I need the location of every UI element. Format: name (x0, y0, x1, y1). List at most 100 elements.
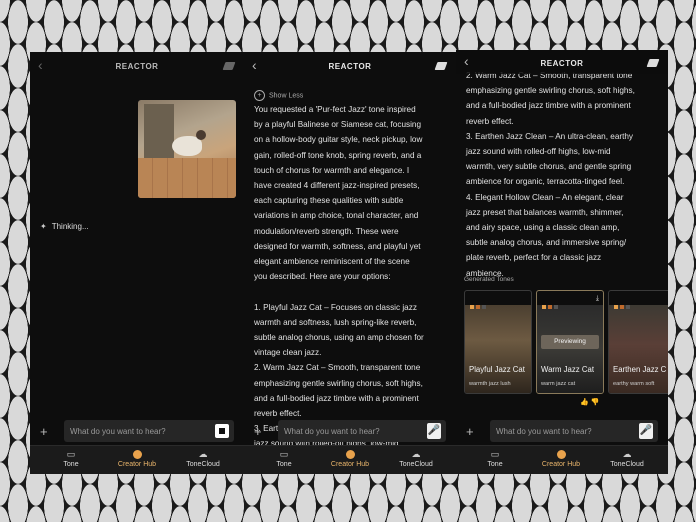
tone-name: Playful Jazz Cat (469, 365, 525, 374)
tab-tone[interactable]: ▭ Tone (36, 449, 106, 469)
text-line: have created 4 different jazz-inspired p… (254, 181, 420, 191)
text-line: 2. Warm Jazz Cat – Smooth, transparent t… (254, 363, 421, 373)
text-line: gain, rolled-off tone knob, spring rever… (254, 150, 422, 160)
tab-label: Creator Hub (541, 461, 581, 468)
text-line: plate reverb, perfect for a classic jazz (466, 253, 602, 263)
prompt-input[interactable]: What do you want to hear? (64, 420, 234, 442)
add-icon[interactable]: + (254, 425, 262, 438)
feedback: 👍 👎 (580, 398, 599, 406)
prompt-placeholder: What do you want to hear? (70, 427, 166, 436)
generated-tones-heading: Generated Tones (464, 276, 514, 283)
tab-creator-hub[interactable]: Creator Hub (102, 450, 172, 468)
text-line: jazz preset that balances warmth, shimme… (466, 207, 624, 217)
prompt-input[interactable]: What do you want to hear? 🎤 (278, 420, 446, 442)
prompt-placeholder: What do you want to hear? (496, 427, 592, 436)
show-less-toggle[interactable]: + Show Less (254, 90, 303, 101)
text-line: and a full-bodied jazz timbre with a pro… (254, 393, 419, 403)
tab-tone[interactable]: ▭ Tone (460, 449, 530, 469)
tone-tags: earthy warm soft (613, 381, 655, 387)
text-line: 3. Earthen Jazz Clean – An ultra-clean, … (466, 131, 634, 141)
header: ‹ REACTOR (456, 50, 668, 74)
text-line: ambience for organic, terracotta-tinged … (466, 177, 625, 187)
text-line: variations in amp choice, tonal characte… (254, 211, 419, 221)
bottom-tab-bar: ▭ Tone Creator Hub ☁ ToneCloud (456, 445, 668, 474)
tone-icon: ▭ (66, 449, 76, 459)
app-title: REACTOR (540, 59, 584, 68)
color-swatches (470, 296, 488, 314)
tab-label: Tone (276, 461, 292, 468)
text-line: warmth and softness, lush spring-like re… (254, 317, 417, 327)
tab-label: Creator Hub (117, 461, 157, 468)
tone-tags: warmth jazz lush (469, 381, 511, 387)
screen-thinking: ‹ REACTOR ✦ Thinking... + What do you wan… (30, 52, 244, 474)
creator-hub-icon (556, 450, 566, 459)
tab-label: ToneCloud (610, 461, 644, 468)
tab-label: Tone (487, 461, 503, 468)
tab-label: Tone (63, 461, 79, 468)
text-line: subtle analog chorus, using an amp chose… (254, 333, 424, 343)
tone-icon: ▭ (490, 449, 500, 459)
tab-tonecloud[interactable]: ☁ ToneCloud (592, 449, 662, 469)
tone-card-selected[interactable]: ⤓ Previewing Warm Jazz Cat warm jazz cat (536, 290, 604, 394)
text-line: 1. Playful Jazz Cat – Focuses on classic… (254, 302, 417, 312)
text-line: emphasizing gentle swirling chorus, soft… (466, 86, 635, 96)
uploaded-cat-photo[interactable] (138, 100, 236, 198)
screen-response: ‹ REACTOR + Show Less You requested a 'Pu… (244, 52, 456, 474)
sparkle-icon: ✦ (40, 222, 47, 231)
color-swatches (542, 296, 560, 314)
tone-card[interactable]: Earthen Jazz C earthy warm soft (608, 290, 668, 394)
text-line: jazz sound with rolled-off highs, low-mi… (466, 147, 611, 157)
text-line: You requested a 'Pur-fect Jazz' tone ins… (254, 105, 416, 114)
thinking-label: Thinking... (51, 222, 89, 231)
add-icon[interactable]: + (466, 425, 474, 438)
stop-button[interactable] (215, 424, 229, 438)
tab-creator-hub[interactable]: Creator Hub (315, 450, 385, 468)
screen-generated-tones: 2. Warm Jazz Cat – Smooth, transparent t… (456, 50, 668, 474)
add-icon[interactable]: + (40, 425, 48, 438)
collapse-icon: + (254, 90, 265, 101)
text-line: reverb effect. (466, 116, 514, 126)
thumbs-down-icon[interactable]: 👎 (591, 399, 600, 406)
app-title: REACTOR (115, 62, 159, 71)
text-line: elegant ambience reminiscent of the scen… (254, 257, 410, 267)
microphone-icon[interactable]: 🎤 (639, 423, 653, 439)
text-line (254, 284, 448, 299)
thumbs-up-icon[interactable]: 👍 (580, 399, 589, 406)
header: ‹ REACTOR (30, 52, 244, 82)
tab-creator-hub[interactable]: Creator Hub (526, 450, 596, 468)
prompt-input[interactable]: What do you want to hear? 🎤 (490, 420, 658, 442)
cloud-icon: ☁ (198, 449, 208, 459)
tab-tonecloud[interactable]: ☁ ToneCloud (168, 449, 238, 469)
text-line: 4. Elegant Hollow Clean – An elegant, cl… (466, 192, 624, 202)
tone-icon: ▭ (279, 449, 289, 459)
microphone-icon[interactable]: 🎤 (427, 423, 441, 439)
text-line: each capturing these qualities with subt… (254, 196, 404, 206)
cloud-icon: ☁ (411, 449, 421, 459)
text-line: by a playful Balinese or Siamese cat, fo… (254, 120, 422, 130)
text-line: modulation/reverb strength. These were (254, 226, 399, 236)
tone-card[interactable]: Playful Jazz Cat warmth jazz lush (464, 290, 532, 394)
bottom-tab-bar: ▭ Tone Creator Hub ☁ ToneCloud (244, 445, 456, 474)
color-swatches (614, 296, 632, 314)
tab-label: ToneCloud (399, 461, 433, 468)
text-line: reverb effect. (254, 409, 302, 419)
show-less-label: Show Less (269, 92, 304, 100)
header: ‹ REACTOR (244, 52, 456, 82)
text-line: designed for warmth, softness, and playf… (254, 241, 421, 251)
thinking-status: ✦ Thinking... (40, 222, 89, 231)
text-line: warmth, very subtle chorus, and gentle s… (466, 162, 632, 172)
text-line: emphasizing gentle swirling chorus, soft… (254, 378, 423, 388)
response-text: You requested a 'Pur-fect Jazz' tone ins… (254, 102, 448, 452)
text-line: you described. Here are your options: (254, 272, 391, 282)
tone-tags: warm jazz cat (541, 381, 576, 387)
tab-tonecloud[interactable]: ☁ ToneCloud (381, 449, 451, 469)
bottom-tab-bar: ▭ Tone Creator Hub ☁ ToneCloud (30, 445, 244, 474)
cloud-icon: ☁ (622, 449, 632, 459)
text-line: subtle analog chorus, and immersive spri… (466, 238, 627, 248)
tone-name: Warm Jazz Cat (541, 365, 594, 374)
tab-tone[interactable]: ▭ Tone (249, 449, 319, 469)
text-line: on a hollow-body guitar style, neck pick… (254, 135, 423, 145)
prompt-placeholder: What do you want to hear? (284, 427, 380, 436)
app-title: REACTOR (328, 62, 372, 71)
download-icon[interactable]: ⤓ (596, 295, 599, 303)
